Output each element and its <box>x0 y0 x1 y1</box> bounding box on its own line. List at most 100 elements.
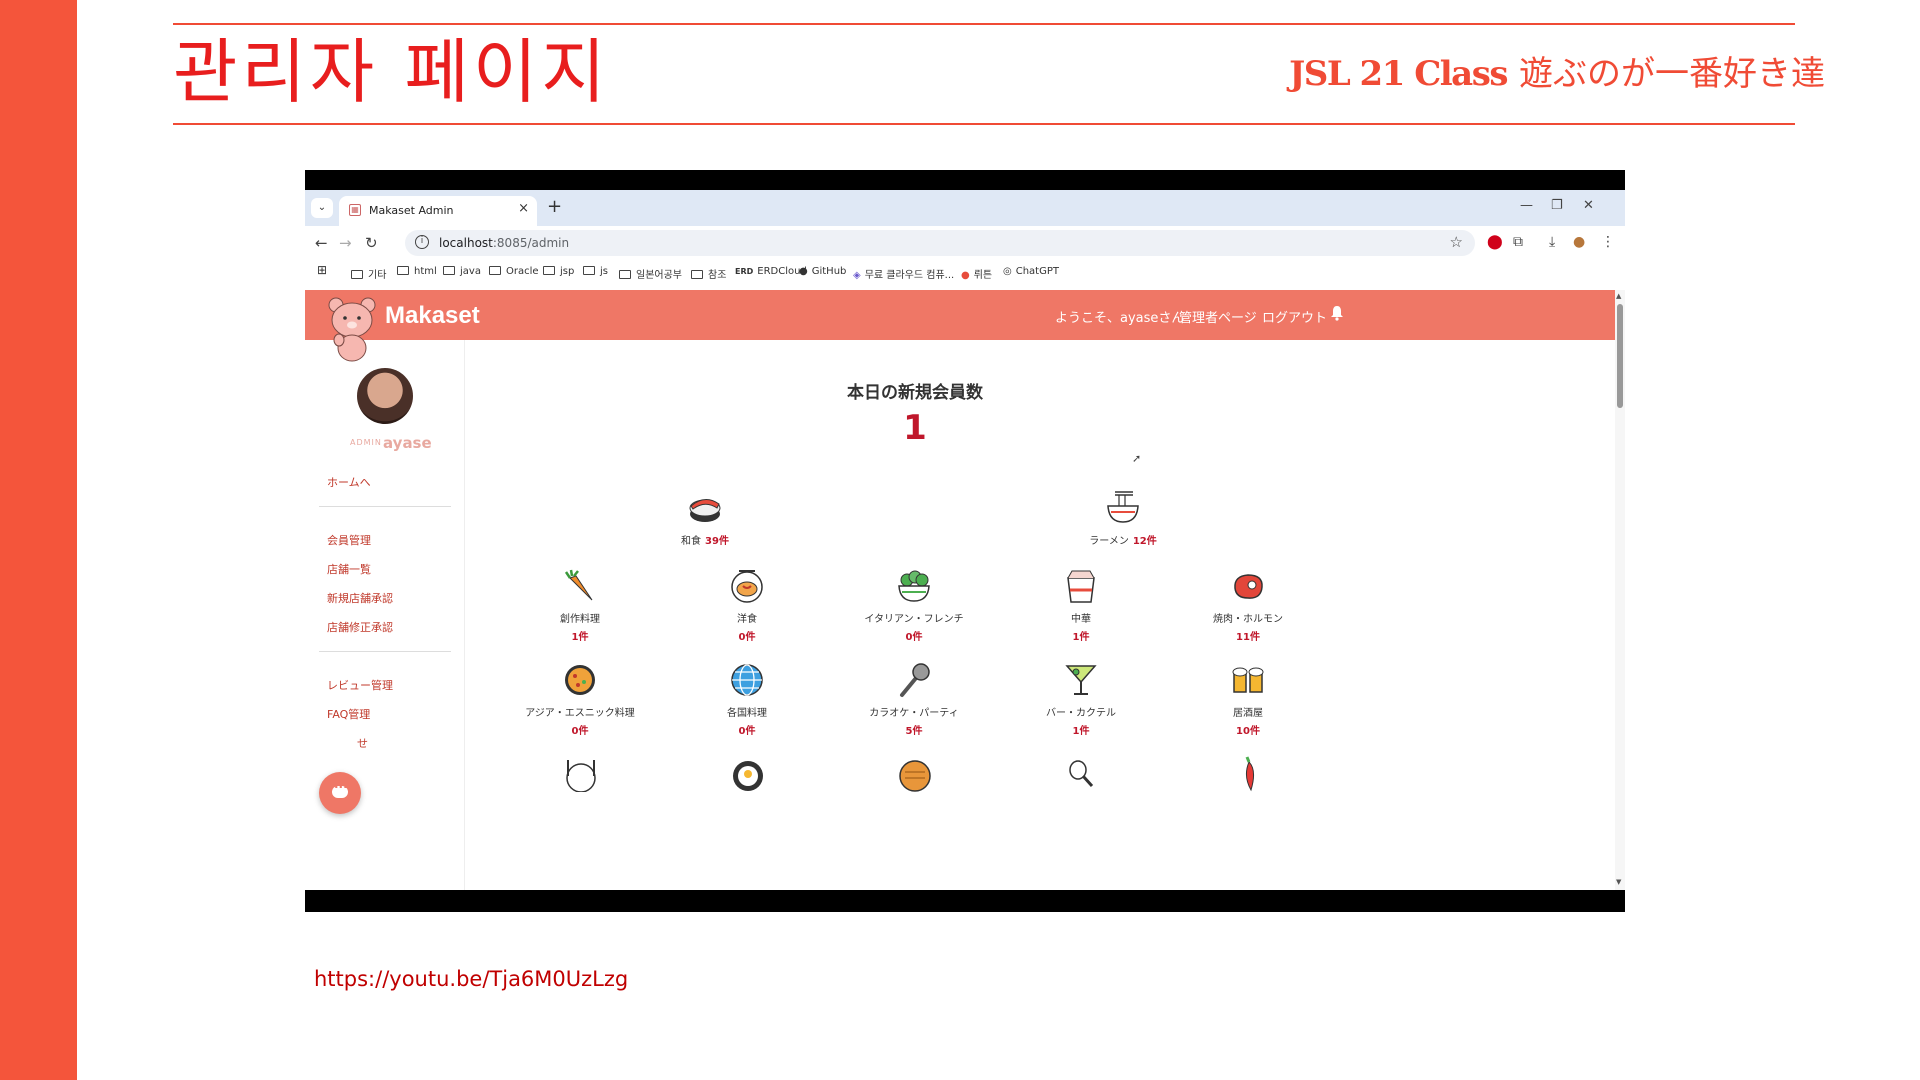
bookmark-folder[interactable]: 참조 <box>691 266 726 281</box>
window-close-icon[interactable]: ✕ <box>1583 198 1594 213</box>
bookmark-label: html <box>414 266 437 277</box>
profile-avatar-icon[interactable]: ● <box>1573 234 1585 250</box>
close-tab-icon[interactable]: × <box>518 201 529 216</box>
apps-icon[interactable]: ⊞ <box>317 263 327 277</box>
bookmark-folder[interactable]: Oracle <box>489 266 539 277</box>
bookmark-folder[interactable]: java <box>443 266 481 277</box>
category-card[interactable]: 焼肉・ホルモン 11件 <box>1173 568 1323 643</box>
tab-search-dropdown[interactable]: ⌄ <box>311 198 333 218</box>
github-icon: ● <box>799 266 808 277</box>
sidebar-item-store-edit-approval[interactable]: 店舗修正承認 <box>327 619 393 635</box>
category-card[interactable]: カラオケ・パーティ 5件 <box>839 662 989 737</box>
favicon-icon: ▦ <box>349 204 361 216</box>
address-bar[interactable]: i localhost:8085/admin ☆ <box>405 230 1475 256</box>
category-card[interactable]: 各国料理 0件 <box>672 662 822 737</box>
logout-link[interactable]: ログアウト <box>1262 307 1327 326</box>
slide-subtitle-team: 遊ぶのが一番好き達 <box>1519 54 1825 94</box>
back-icon[interactable]: ← <box>315 234 328 252</box>
category-card[interactable]: 中華 1件 <box>1006 568 1156 643</box>
category-count: 10件 <box>1236 726 1260 737</box>
folder-icon <box>619 270 631 279</box>
category-name: カラオケ・パーティ <box>869 708 959 719</box>
bookmark-label: js <box>600 266 608 277</box>
new-tab-icon[interactable]: + <box>547 196 562 217</box>
bookmark-github[interactable]: ● GitHub <box>799 266 846 277</box>
opera-extension-icon[interactable]: ⬤ <box>1487 234 1503 250</box>
restore-icon[interactable]: ❐ <box>1551 198 1563 213</box>
extensions-icon[interactable]: ⧉ <box>1513 234 1523 250</box>
chatgpt-icon: ◎ <box>1003 266 1012 277</box>
bookmark-star-icon[interactable]: ☆ <box>1450 233 1463 251</box>
minimize-icon[interactable]: — <box>1520 198 1533 213</box>
meat-icon <box>1234 574 1263 599</box>
globe-icon <box>731 664 763 696</box>
page-scrollbar[interactable]: ▲ ▼ <box>1615 290 1625 890</box>
category-card[interactable]: アジア・エスニック料理 0件 <box>505 662 655 737</box>
category-card[interactable]: ラーメン 12件 <box>1048 490 1198 547</box>
bookmark-wrtn[interactable]: ● 뤼튼 <box>961 266 992 281</box>
reload-icon[interactable]: ↻ <box>365 234 378 252</box>
sidebar-item-partial[interactable]: せ <box>357 735 368 751</box>
bookmark-label: Oracle <box>506 266 539 277</box>
download-icon[interactable]: ⤓ <box>1549 234 1555 250</box>
omelet-icon <box>731 570 763 603</box>
new-members-title: 本日の新規会員数 <box>847 383 983 403</box>
bookmark-cloud[interactable]: ◈ 무료 클라우드 컴퓨... <box>853 266 954 281</box>
bookmark-erdcloud[interactable]: ERD ERDCloud <box>735 266 807 277</box>
browser-window: ⌄ ▦ Makaset Admin × + — ❐ ✕ ← → ↻ i loca… <box>305 190 1625 890</box>
sidebar-item-stores[interactable]: 店舗一覧 <box>327 561 371 577</box>
video-link[interactable]: https://youtu.be/Tja6M0UzLzg <box>314 967 628 991</box>
category-card[interactable]: イタリアン・フレンチ 0件 <box>839 568 989 643</box>
takeout-box-icon <box>1067 570 1095 603</box>
folder-icon <box>691 270 703 279</box>
category-card[interactable]: 創作料理 1件 <box>505 568 655 643</box>
sidebar-item-faq[interactable]: FAQ管理 <box>327 706 370 722</box>
forward-icon[interactable]: → <box>339 234 352 252</box>
bookmark-folder[interactable]: js <box>583 266 608 277</box>
bookmark-chatgpt[interactable]: ◎ ChatGPT <box>1003 266 1059 277</box>
sidebar-divider <box>319 651 451 652</box>
bell-icon[interactable] <box>1330 305 1344 321</box>
chat-button[interactable] <box>319 772 361 814</box>
scroll-thumb[interactable] <box>1617 304 1623 408</box>
erdcloud-icon: ERD <box>735 267 754 276</box>
bookmark-folder[interactable]: html <box>397 266 437 277</box>
app-page: Makaset ようこそ、ayaseさん 管理者ページ ログアウト ADMIN … <box>305 290 1615 890</box>
scroll-down-icon[interactable]: ▼ <box>1616 878 1621 886</box>
wrtn-icon: ● <box>961 270 970 281</box>
category-name: 焼肉・ホルモン <box>1213 614 1283 625</box>
browser-toolbar: ← → ↻ i localhost:8085/admin ☆ ⬤ ⧉ ⤓ ● ⋮ <box>305 226 1625 260</box>
category-count: 39件 <box>705 536 729 547</box>
bookmark-folder[interactable]: jsp <box>543 266 574 277</box>
sidebar-home-link[interactable]: ホームへ <box>327 474 371 490</box>
chat-bubble-icon <box>332 780 348 798</box>
bookmark-folder[interactable]: 일본어공부 <box>619 266 682 281</box>
sidebar-item-new-store-approval[interactable]: 新規店舗承認 <box>327 590 393 606</box>
browser-tab[interactable]: ▦ Makaset Admin × <box>339 196 537 226</box>
category-count: 1件 <box>571 632 589 643</box>
bookmark-folder[interactable]: 기타 <box>351 266 386 281</box>
folder-icon <box>443 266 455 275</box>
microphone-icon <box>900 663 930 697</box>
admin-page-link[interactable]: 管理者ページ <box>1179 307 1257 326</box>
category-count: 0件 <box>571 726 589 737</box>
category-card[interactable]: 和食 39件 <box>630 490 780 547</box>
sidebar-item-reviews[interactable]: レビュー管理 <box>327 677 393 693</box>
sidebar-divider <box>319 506 451 507</box>
brand-logo-text[interactable]: Makaset <box>385 302 480 330</box>
category-card[interactable]: バー・カクテル 1件 <box>1006 662 1156 737</box>
sushi-icon <box>689 499 721 522</box>
scroll-up-icon[interactable]: ▲ <box>1616 292 1621 300</box>
slide: 관리자 페이지 JSL 21 Class 遊ぶのが一番好き達 ⌄ ▦ Makase… <box>0 0 1920 1080</box>
category-name: 創作料理 <box>560 614 600 625</box>
cocktail-icon <box>1065 665 1097 695</box>
sidebar-item-members[interactable]: 会員管理 <box>327 532 371 548</box>
app-header: Makaset ようこそ、ayaseさん 管理者ページ ログアウト <box>305 290 1615 340</box>
menu-icon[interactable]: ⋮ <box>1601 234 1615 250</box>
welcome-text: ようこそ、ayaseさん <box>1055 311 1185 326</box>
category-card[interactable]: 居酒屋 10件 <box>1173 662 1323 737</box>
category-card[interactable]: 洋食 0件 <box>672 568 822 643</box>
category-count: 1件 <box>1072 726 1090 737</box>
slide-subtitle-class: JSL 21 Class <box>1289 54 1508 94</box>
site-info-icon[interactable]: i <box>415 235 429 249</box>
